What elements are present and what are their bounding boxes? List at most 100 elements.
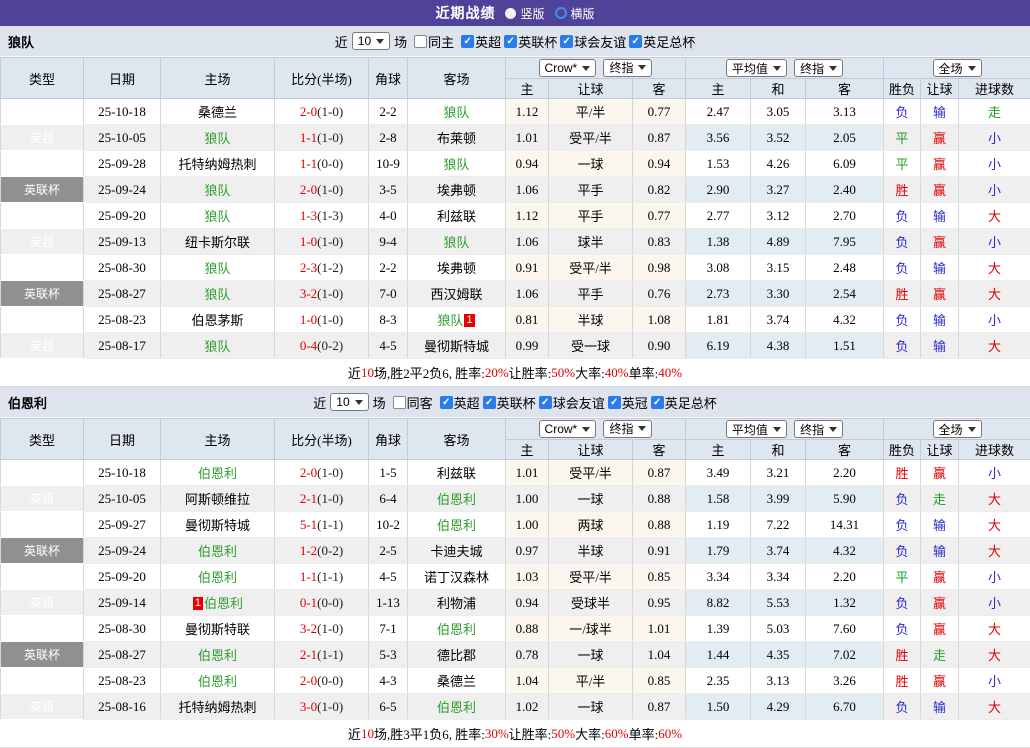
league-filter-checkbox[interactable]: ✓ 球会友谊 [539, 393, 605, 412]
match-date: 25-10-05 [84, 486, 161, 512]
league-filter-checkbox[interactable]: ✓ 英足总杯 [651, 393, 717, 412]
league-filter-checkbox[interactable]: ✓ 英冠 [608, 393, 648, 412]
team-name[interactable]: 伯恩茅斯 [191, 313, 243, 328]
avg-home-odds: 3.49 [686, 460, 751, 486]
home-team-cell: 纽卡斯尔联 [161, 229, 275, 255]
final-index-select[interactable]: 终指 [603, 59, 652, 77]
team-name[interactable]: 埃弗顿 [437, 261, 476, 276]
same-venue-checkbox[interactable]: 同主 [414, 32, 454, 51]
subcol-result: 胜负 [884, 440, 921, 460]
team-name[interactable]: 伯恩利 [437, 492, 476, 507]
handicap-line: 一球 [549, 694, 633, 720]
league-filter-checkbox[interactable]: ✓ 英联杯 [504, 32, 557, 51]
league-filter-checkbox[interactable]: ✓ 英联杯 [483, 393, 536, 412]
handicap-result: 赢 [921, 177, 959, 203]
competition-badge: 英联杯 [1, 538, 84, 564]
away-team-cell: 狼队1 [408, 307, 506, 333]
team-name[interactable]: 狼队 [443, 105, 469, 120]
league-filter-checkbox[interactable]: ✓ 英足总杯 [629, 32, 695, 51]
team-name[interactable]: 狼队 [204, 261, 230, 276]
handicap-line: 半球 [549, 307, 633, 333]
team-name[interactable]: 伯恩利 [437, 700, 476, 715]
same-venue-checkbox[interactable]: 同客 [393, 393, 433, 412]
team-name[interactable]: 利兹联 [437, 466, 476, 481]
match-date: 25-09-20 [84, 203, 161, 229]
team-name[interactable]: 诺丁汉森林 [424, 570, 489, 585]
team-name[interactable]: 狼队 [204, 131, 230, 146]
team-name[interactable]: 卡迪夫城 [430, 544, 482, 559]
halftime-score: (1-0) [317, 312, 343, 327]
corners: 2-5 [369, 538, 408, 564]
team-name[interactable]: 狼队 [437, 313, 463, 328]
full-match-select[interactable]: 全场 [933, 420, 982, 438]
team-name[interactable]: 桑德兰 [198, 105, 237, 120]
team-name[interactable]: 纽卡斯尔联 [185, 235, 250, 250]
handicap-result: 输 [921, 99, 959, 125]
handicap-result: 赢 [921, 151, 959, 177]
team-name[interactable]: 西汉姆联 [430, 287, 482, 302]
team-name[interactable]: 伯恩利 [198, 674, 237, 689]
league-filter-checkbox[interactable]: ✓ 球会友谊 [560, 32, 626, 51]
match-count-select[interactable]: 10 [352, 32, 390, 50]
team-name[interactable]: 曼彻斯特城 [185, 518, 250, 533]
team-name[interactable]: 伯恩利 [198, 570, 237, 585]
team-name[interactable]: 布莱顿 [437, 131, 476, 146]
team-name[interactable]: 德比郡 [437, 648, 476, 663]
avg-away-odds: 2.54 [806, 281, 884, 307]
league-filter-checkbox[interactable]: ✓ 英超 [461, 32, 501, 51]
avg-away-odds: 2.20 [806, 460, 884, 486]
average-select[interactable]: 平均值 [726, 420, 787, 438]
corners: 2-2 [369, 255, 408, 281]
competition-badge: 英超 [1, 151, 84, 177]
full-match-select[interactable]: 全场 [933, 59, 982, 77]
layout-radio-horizontal[interactable]: 横版 [555, 5, 595, 22]
layout-radio-vertical[interactable]: 竖版 [505, 5, 544, 22]
team-name[interactable]: 利兹联 [437, 209, 476, 224]
fulltime-score: 1-2 [300, 543, 317, 558]
bookmaker-select[interactable]: Crow* [539, 420, 597, 438]
summary-segment: 大率: [575, 724, 605, 743]
checkbox-checked-icon: ✓ [629, 35, 642, 48]
league-filter-checkbox[interactable]: ✓ 英超 [440, 393, 480, 412]
team-name[interactable]: 托特纳姆热刺 [178, 700, 256, 715]
team-name[interactable]: 托特纳姆热刺 [178, 157, 256, 172]
summary-line: 近10场,胜3平1负6, 胜率:30% 让胜率:50% 大率:60% 单率:60… [0, 720, 1030, 748]
team-name[interactable]: 伯恩利 [198, 466, 237, 481]
team-name[interactable]: 曼彻斯特城 [424, 339, 489, 354]
team-name[interactable]: 狼队 [204, 287, 230, 302]
team-name[interactable]: 埃弗顿 [437, 183, 476, 198]
score-cell: 3-2(1-0) [275, 616, 369, 642]
team-name[interactable]: 狼队 [204, 339, 230, 354]
fulltime-score: 0-1 [300, 595, 317, 610]
final-index-select[interactable]: 终指 [794, 59, 843, 77]
team-name[interactable]: 阿斯顿维拉 [185, 492, 250, 507]
halftime-score: (1-0) [317, 621, 343, 636]
team-name[interactable]: 狼队 [204, 183, 230, 198]
team-name[interactable]: 利物浦 [437, 596, 476, 611]
team-name[interactable]: 狼队 [443, 235, 469, 250]
fulltime-score: 1-1 [300, 156, 317, 171]
home-odds: 0.78 [506, 642, 549, 668]
team-name[interactable]: 伯恩利 [204, 596, 243, 611]
team-name[interactable]: 伯恩利 [198, 648, 237, 663]
score-cell: 1-1(0-0) [275, 151, 369, 177]
bookmaker-select[interactable]: Crow* [539, 59, 597, 77]
team-name[interactable]: 桑德兰 [437, 674, 476, 689]
final-index-select[interactable]: 终指 [603, 420, 652, 438]
team-name[interactable]: 狼队 [443, 157, 469, 172]
avg-away-odds: 14.31 [806, 512, 884, 538]
match-count-select[interactable]: 10 [330, 393, 368, 411]
home-odds: 1.01 [506, 460, 549, 486]
team-name-label: 伯恩利 [8, 393, 47, 412]
team-name[interactable]: 伯恩利 [437, 518, 476, 533]
average-select[interactable]: 平均值 [726, 59, 787, 77]
chevron-down-icon [829, 427, 837, 432]
team-name[interactable]: 曼彻斯特联 [185, 622, 250, 637]
team-name[interactable]: 伯恩利 [198, 544, 237, 559]
handicap-line: 受球半 [549, 590, 633, 616]
final-index-select[interactable]: 终指 [794, 420, 843, 438]
team-name[interactable]: 伯恩利 [437, 622, 476, 637]
handicap-result: 赢 [921, 460, 959, 486]
away-odds: 0.90 [633, 333, 686, 359]
team-name[interactable]: 狼队 [204, 209, 230, 224]
